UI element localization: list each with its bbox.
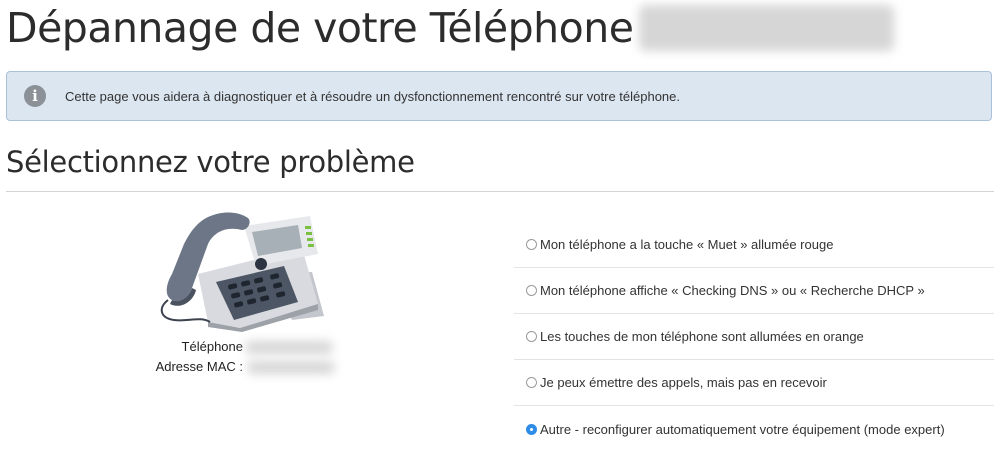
problem-option-orange-keys[interactable]: Les touches de mon téléphone sont allumé… bbox=[514, 314, 994, 360]
radio-button[interactable] bbox=[526, 285, 537, 296]
option-label: Autre - reconfigurer automatiquement vot… bbox=[540, 421, 945, 437]
mac-label: Adresse MAC : bbox=[155, 359, 243, 374]
device-info: Téléphone Adresse MAC : bbox=[120, 337, 380, 377]
ip-phone-image bbox=[160, 212, 324, 332]
section-divider bbox=[6, 191, 994, 192]
redacted-phone-value bbox=[245, 341, 333, 354]
info-alert: i Cette page vous aidera à diagnostiquer… bbox=[6, 71, 992, 121]
redacted-phone-model bbox=[639, 5, 895, 51]
info-text: Cette page vous aidera à diagnostiquer e… bbox=[65, 88, 681, 104]
phone-label: Téléphone bbox=[181, 339, 243, 354]
section-title: Sélectionnez votre problème bbox=[6, 145, 415, 179]
option-label: Mon téléphone affiche « Checking DNS » o… bbox=[540, 283, 925, 298]
problem-option-mute-red[interactable]: Mon téléphone a la touche « Muet » allum… bbox=[514, 222, 994, 268]
option-label: Les touches de mon téléphone sont allumé… bbox=[540, 329, 864, 344]
device-mac-row: Adresse MAC : bbox=[120, 357, 380, 377]
option-label: Mon téléphone a la touche « Muet » allum… bbox=[540, 237, 834, 252]
radio-button-selected[interactable] bbox=[526, 423, 537, 435]
radio-button[interactable] bbox=[526, 377, 537, 388]
radio-button[interactable] bbox=[526, 239, 537, 250]
problem-option-checking-dns[interactable]: Mon téléphone affiche « Checking DNS » o… bbox=[514, 268, 994, 314]
radio-button[interactable] bbox=[526, 331, 537, 342]
page-title: Dépannage de votre Téléphone bbox=[6, 0, 895, 56]
problem-option-no-incoming[interactable]: Je peux émettre des appels, mais pas en … bbox=[514, 360, 994, 406]
problem-option-other-expert[interactable]: Autre - reconfigurer automatiquement vot… bbox=[514, 406, 994, 452]
problem-options: Mon téléphone a la touche « Muet » allum… bbox=[514, 222, 994, 452]
info-icon: i bbox=[24, 85, 46, 107]
device-phone-row: Téléphone bbox=[120, 337, 380, 357]
option-label: Je peux émettre des appels, mais pas en … bbox=[540, 375, 827, 390]
page-title-text: Dépannage de votre Téléphone bbox=[6, 4, 634, 52]
redacted-mac-value bbox=[247, 361, 335, 374]
